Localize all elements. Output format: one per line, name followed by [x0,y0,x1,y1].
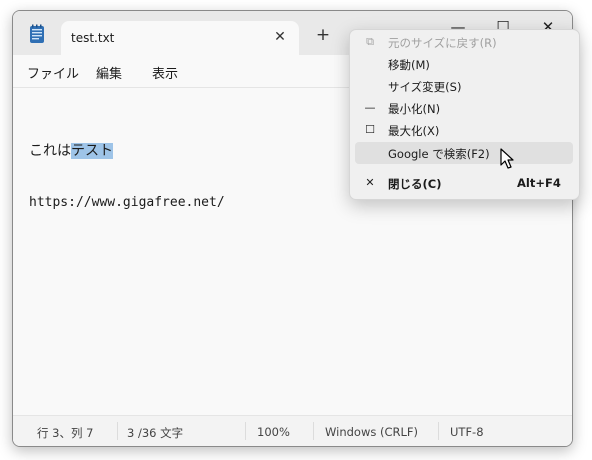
status-divider [438,422,439,440]
mouse-pointer-icon [500,148,514,169]
menu-view[interactable]: 表示 [152,63,178,82]
status-divider [245,422,246,440]
status-encoding[interactable]: UTF-8 [450,425,484,439]
menu-edit[interactable]: 編集 [96,63,122,82]
minimize-icon: — [364,101,376,114]
menu-item-label: 閉じる(C) [388,177,442,191]
tab-close-icon[interactable]: ✕ [269,26,291,48]
menu-item-label: Google で検索(F2) [388,147,490,161]
menu-item-move[interactable]: 移動(M) [355,53,573,75]
status-char-count: 3 /36 文字 [127,426,184,440]
status-divider [117,422,118,440]
menu-item-label: 元のサイズに戻す(R) [388,36,497,50]
notepad-icon [30,24,44,43]
system-context-menu: ⧉ 元のサイズに戻す(R) 移動(M) サイズ変更(S) — 最小化(N) ☐ … [349,29,580,200]
menu-file[interactable]: ファイル [27,63,79,82]
menu-item-label: 最小化(N) [388,102,441,116]
status-position: 行 3、列 7 [37,426,94,440]
menu-item-minimize[interactable]: — 最小化(N) [355,97,573,119]
restore-icon: ⧉ [366,35,374,48]
status-zoom[interactable]: 100% [257,425,290,439]
menu-item-restore[interactable]: ⧉ 元のサイズに戻す(R) [355,31,573,53]
menu-item-maximize[interactable]: ☐ 最大化(X) [355,119,573,141]
menu-item-label: サイズ変更(S) [388,80,462,94]
maximize-icon: ☐ [365,123,375,136]
menu-item-resize[interactable]: サイズ変更(S) [355,75,573,97]
menu-item-label: 移動(M) [388,58,430,72]
tab-test-txt[interactable]: test.txt ✕ [61,21,299,55]
status-bar: 行 3、列 7 3 /36 文字 100% Windows (CRLF) UTF… [13,415,572,446]
menu-item-google-search[interactable]: Google で検索(F2) [355,142,573,164]
new-tab-icon[interactable]: + [313,25,333,45]
menu-item-close[interactable]: ✕ 閉じる(C) Alt+F4 [355,172,573,194]
text-plain: これは [29,143,71,159]
menu-item-shortcut: Alt+F4 [517,176,561,190]
menu-item-label: 最大化(X) [388,124,440,138]
status-divider [313,422,314,440]
tab-title: test.txt [71,31,115,45]
close-icon: ✕ [365,176,375,189]
editor-line-2: https://www.gigafree.net/ [29,195,225,210]
text-selection: テスト [71,143,113,159]
editor-line-1: これはテスト [29,140,113,160]
status-line-ending[interactable]: Windows (CRLF) [325,425,418,439]
